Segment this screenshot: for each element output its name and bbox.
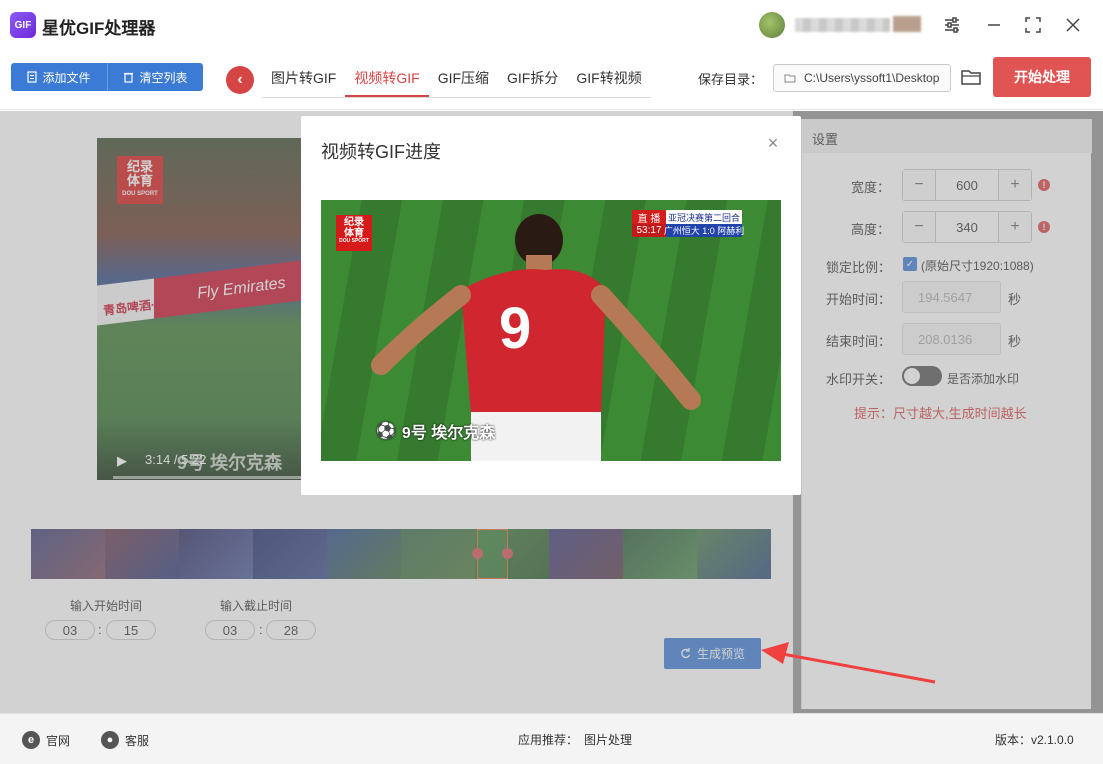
size-hint: 提示：尺寸越大,生成时间越长: [854, 406, 1027, 421]
user-badge-blurred: [893, 16, 921, 32]
video-controls: ▶ 3:14 / 5:22 9号 埃尔克森: [97, 418, 301, 480]
chat-icon: ●: [101, 731, 119, 749]
status-footer: e 官网 ● 客服 应用推荐： 图片处理 版本：v2.1.0.0: [0, 713, 1103, 764]
width-stepper[interactable]: − 600 +: [902, 169, 1032, 201]
start-process-button[interactable]: 开始处理: [993, 57, 1091, 97]
height-stepper[interactable]: − 340 +: [902, 211, 1032, 243]
close-window-icon[interactable]: [1061, 13, 1085, 37]
height-increment-button[interactable]: +: [999, 212, 1031, 242]
end-second-input[interactable]: 28: [266, 620, 316, 640]
width-value[interactable]: 600: [935, 170, 999, 200]
timeline-start-handle[interactable]: [472, 548, 483, 559]
channel-logo: 纪录 体育 DOU SPORT: [117, 156, 163, 204]
app-logo-icon: GIF: [10, 12, 36, 38]
save-dir-label: 保存目录：: [698, 72, 764, 87]
height-warning-icon: !: [1038, 221, 1050, 233]
settings-sliders-icon[interactable]: [940, 13, 964, 37]
back-arrow-icon[interactable]: ‹: [226, 66, 254, 94]
video-progress-bar[interactable]: [113, 476, 301, 479]
width-label: 宽度：: [850, 180, 890, 195]
video-subtitle: 9号 埃尔克森: [177, 453, 283, 473]
frame-timeline[interactable]: [31, 529, 771, 579]
open-folder-icon[interactable]: [960, 67, 984, 89]
generate-preview-label: 生成预览: [696, 647, 745, 661]
app-recommend: 应用推荐： 图片处理: [518, 731, 633, 748]
dialog-title: 视频转GIF进度: [321, 142, 441, 162]
clear-list-label: 清空列表: [139, 70, 188, 85]
end-minute-input[interactable]: 03: [205, 620, 255, 640]
annotation-arrow: [761, 642, 936, 684]
end-colon: :: [259, 622, 263, 637]
width-increment-button[interactable]: +: [999, 170, 1031, 200]
function-tabs: 图片转GIF 视频转GIF GIF压缩 GIF拆分 GIF转视频: [262, 62, 651, 98]
settings-panel: 设置 宽度： − 600 + ! 高度： − 340 + ! 锁定比例： ✓ (…: [801, 119, 1092, 709]
end-time-value: 208.0136: [902, 323, 1001, 355]
end-time-setting-label: 结束时间：: [826, 334, 892, 349]
support-link[interactable]: ● 客服: [101, 731, 149, 749]
start-time-setting-label: 开始时间：: [826, 292, 892, 307]
username-blurred[interactable]: [795, 18, 890, 32]
minimize-icon[interactable]: [982, 13, 1006, 37]
tab-gif-split[interactable]: GIF拆分: [498, 62, 567, 97]
start-minute-input[interactable]: 03: [45, 620, 95, 640]
file-button-group: 添加文件 清空列表: [11, 63, 203, 91]
video-player[interactable]: 纪录 体育 DOU SPORT Fly Emirates 青岛啤酒·纯 ▶ 3:1…: [97, 138, 301, 480]
jersey-number: 9: [499, 296, 531, 361]
website-link[interactable]: e 官网: [22, 731, 70, 749]
start-time-value: 194.5647: [902, 281, 1001, 313]
tab-gif-to-video[interactable]: GIF转视频: [567, 62, 650, 97]
recommend-link[interactable]: 图片处理: [584, 731, 632, 748]
start-colon: :: [98, 622, 102, 637]
refresh-icon: [681, 648, 691, 659]
title-bar: GIF 星优GIF处理器: [0, 0, 1103, 50]
gif-subtitle: ⚽ 9号 埃尔克森: [376, 423, 496, 442]
tab-video-to-gif[interactable]: 视频转GIF: [345, 62, 429, 97]
tab-gif-compress[interactable]: GIF压缩: [429, 62, 498, 97]
width-decrement-button[interactable]: −: [903, 170, 935, 200]
dialog-close-icon[interactable]: ×: [764, 133, 782, 153]
settings-header: 设置: [802, 119, 1092, 153]
lock-ratio-checkbox[interactable]: ✓: [903, 257, 917, 271]
save-dir-input[interactable]: C:\Users\yssoft1\Desktop: [773, 64, 951, 92]
folder-small-icon: [784, 74, 796, 83]
gif-preview-image: 纪录 体育 DOU SPORT 直 播 53:17 亚冠决赛第二回合 广州恒大 1…: [321, 200, 781, 461]
app-title: 星优GIF处理器: [42, 19, 156, 38]
start-seconds-unit: 秒: [1008, 292, 1022, 307]
height-label: 高度：: [850, 222, 890, 237]
soccer-ball-icon: ⚽: [376, 423, 396, 440]
start-time-label: 输入开始时间: [70, 599, 143, 613]
user-avatar[interactable]: [759, 12, 785, 38]
height-decrement-button[interactable]: −: [903, 212, 935, 242]
start-second-input[interactable]: 15: [106, 620, 156, 640]
tab-image-to-gif[interactable]: 图片转GIF: [262, 62, 345, 97]
height-value[interactable]: 340: [935, 212, 999, 242]
clear-list-button[interactable]: 清空列表: [107, 63, 203, 91]
ie-icon: e: [22, 731, 40, 749]
play-icon[interactable]: ▶: [117, 453, 127, 469]
toolbar: 添加文件 清空列表 ‹ 图片转GIF 视频转GIF GIF压缩 GIF拆分 GI…: [0, 50, 1103, 110]
original-size-text: (原始尺寸1920:1088): [921, 259, 1034, 273]
add-file-button[interactable]: 添加文件: [11, 63, 107, 91]
trash-icon: [124, 72, 134, 83]
lock-ratio-label: 锁定比例：: [826, 260, 892, 275]
maximize-icon[interactable]: [1021, 13, 1045, 37]
timeline-end-handle[interactable]: [502, 548, 513, 559]
end-seconds-unit: 秒: [1008, 334, 1022, 349]
version-text: 版本：v2.1.0.0: [995, 733, 1074, 747]
generate-preview-button[interactable]: 生成预览: [664, 638, 761, 669]
end-time-label: 输入截止时间: [220, 599, 293, 613]
save-dir-path: C:\Users\yssoft1\Desktop: [804, 71, 940, 85]
gif-progress-dialog: 视频转GIF进度 × 纪录 体育 DOU SPORT 直 播 53:17 亚冠决赛…: [301, 116, 801, 495]
width-warning-icon: !: [1038, 179, 1050, 191]
watermark-text: 是否添加水印: [947, 372, 1020, 386]
watermark-label: 水印开关：: [826, 372, 892, 387]
file-icon: [27, 71, 38, 83]
add-file-label: 添加文件: [42, 70, 91, 85]
watermark-toggle[interactable]: [902, 366, 942, 386]
